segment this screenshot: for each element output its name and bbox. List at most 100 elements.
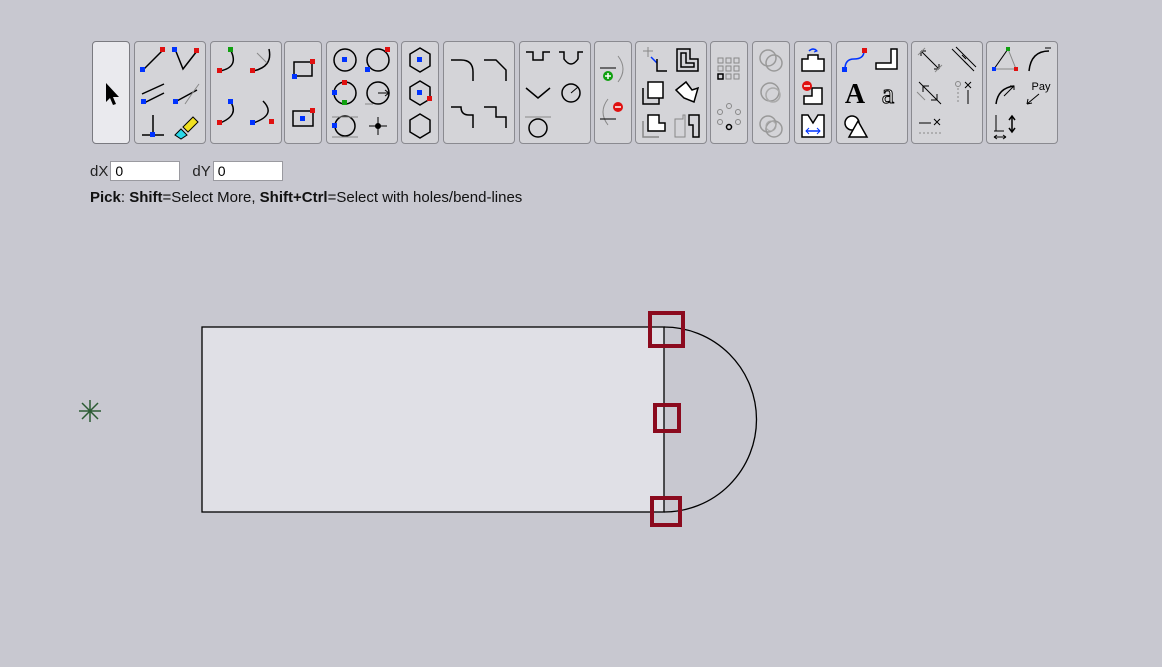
stretch-tool-button[interactable] [798,111,828,141]
notch-tools-group [519,41,591,144]
tangent-line-tool-button[interactable] [171,78,201,108]
dimension-parallel-tool-button[interactable] [948,45,978,75]
polyline-tool-button[interactable] [171,45,201,75]
arc-center-tool-button[interactable] [214,97,244,127]
corner-notch-tool-button[interactable] [447,101,477,131]
remove-flange-tool-button[interactable] [798,78,828,108]
v-notch-tool-button[interactable] [523,78,553,108]
break-remove-tool-button[interactable] [598,97,628,127]
part-rectangle[interactable] [201,326,665,513]
circle-center-tool-button[interactable] [330,45,360,75]
grid-pattern-tool-button[interactable] [714,54,744,84]
slot-square-tool-button[interactable] [523,45,553,75]
dimension-offset-tool-button[interactable] [948,78,978,108]
ring-double-icon [759,115,783,138]
svg-text:Pay: Pay [1032,81,1051,93]
slot-round-tool-button[interactable] [556,45,586,75]
text-tool-button[interactable]: A [840,78,870,110]
engraving-tool-button[interactable]: a [873,78,903,111]
circular-pattern-icon [717,103,741,131]
ring-outline-icon [760,82,781,103]
parallel-lines-icon [141,83,165,104]
coordinate-entry: dX dY [90,160,283,182]
line-tools-group [134,41,206,144]
ring-double-tool-button[interactable] [756,111,786,141]
union-icon [642,81,664,105]
circular-pattern-tool-button[interactable] [714,101,744,131]
mirror-tool-button[interactable] [672,111,702,141]
flange-tool-button[interactable] [798,45,828,75]
spline-tool-button[interactable] [840,45,870,75]
point-icon [369,117,387,135]
arc-end-tool-button[interactable] [247,97,277,127]
dx-input[interactable] [110,161,181,181]
union-tool-button[interactable] [639,78,669,108]
text-icon: A [845,79,866,110]
measure-radius-tool-button[interactable] [990,78,1020,108]
circle-tangent-icon [332,115,358,138]
trim-tool-button[interactable] [639,45,669,75]
line-icon [140,47,165,72]
origin-marker-icon [79,400,101,422]
hint-key-shift: Shift [129,189,163,206]
perpendicular-tool-button[interactable] [138,111,168,141]
measure-triangle-tool-button[interactable] [990,45,1020,75]
dy-input[interactable] [212,161,283,181]
break-add-tool-button[interactable] [598,54,628,84]
ring-outline-tool-button[interactable] [756,78,786,108]
hexagon-side-tool-button[interactable] [405,78,435,108]
arc-center-icon [217,99,235,125]
circle-cutout-tool-button[interactable] [523,111,553,141]
pattern-tools-group [710,41,748,144]
dimension-angle-tool-button[interactable] [915,78,945,108]
pay-tool-button[interactable]: Pay [1023,78,1053,108]
rotate-shape-tool-button[interactable] [672,78,702,108]
bend-tool-button[interactable] [873,45,903,75]
parallel-line-tool-button[interactable] [138,78,168,108]
ring-tool-button[interactable] [756,45,786,75]
dy-label: dY [192,162,211,180]
arc-end-icon [250,100,274,125]
stretch-icon [801,114,825,138]
circle-radius-tool-button[interactable] [363,78,393,108]
break-add-icon [600,55,624,83]
circle-2point-tool-button[interactable] [363,45,393,75]
line-tool-button[interactable] [138,45,168,75]
radius-arc-tool-button[interactable] [1023,45,1053,75]
subtract-tool-button[interactable] [639,111,669,141]
shapes-tool-button[interactable] [840,111,870,141]
break-remove-icon [600,98,623,126]
hexagon-tool-button[interactable] [405,111,435,141]
dimension-delete-tool-button[interactable] [915,111,945,141]
rectangle-center-icon [292,108,315,127]
chamfer-tool-button[interactable] [480,54,510,84]
radius-notch-tool-button[interactable] [556,78,586,108]
offset-shape-tool-button[interactable] [672,45,702,75]
pick-tool-button[interactable] [96,78,126,108]
edit-tool-button[interactable] [171,111,201,141]
rectangle-tools-group [284,41,322,144]
dimension-vertical-tool-button[interactable] [990,111,1020,141]
step-corner-tool-button[interactable] [480,101,510,131]
arc-tangent-tool-button[interactable] [247,45,277,75]
circle-radius-icon [365,81,390,105]
fillet-tool-button[interactable] [447,54,477,84]
rotate-shape-icon [674,80,700,104]
point-tool-button[interactable] [363,111,393,141]
dimension-angle-icon [916,81,942,105]
hexagon-center-tool-button[interactable] [405,45,435,75]
rectangle-tool-button[interactable] [288,54,318,84]
rectangle-center-tool-button[interactable] [288,104,318,134]
rectangle-icon [292,59,315,79]
circle-3point-icon [332,80,357,105]
offset-shape-icon [676,48,699,72]
dimension-vertical-icon [993,114,1016,140]
circle-3point-tool-button[interactable] [330,78,360,108]
arc-3point-tool-button[interactable] [214,45,244,75]
dimension-aligned-tool-button[interactable] [915,45,945,75]
ring-tools-group [752,41,790,144]
tangent-line-icon [173,83,200,105]
arc-tangent-icon [250,48,271,73]
circle-tangent-tool-button[interactable] [330,111,360,141]
hint-separator: : [120,189,130,206]
